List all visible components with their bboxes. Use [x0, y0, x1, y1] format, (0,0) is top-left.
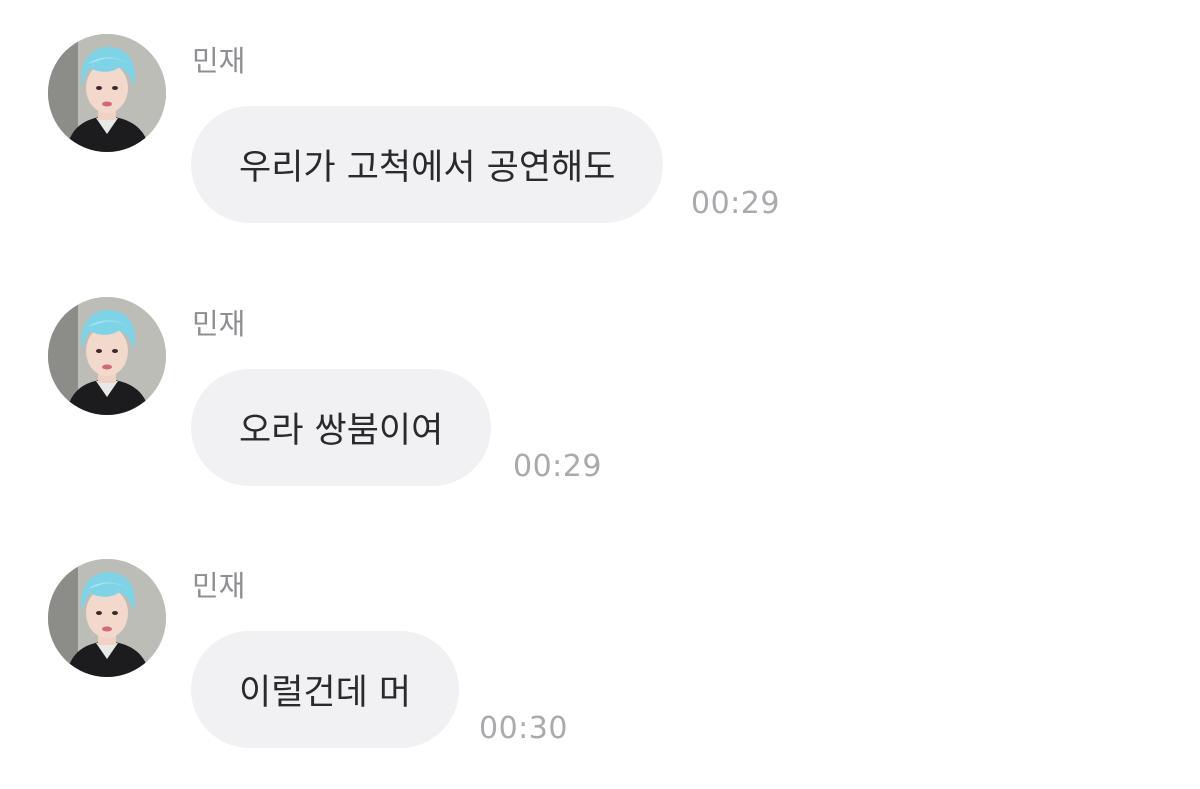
message-row: 민재 우리가 고척에서 공연해도 00:29	[0, 0, 1200, 240]
message-bubble[interactable]: 우리가 고척에서 공연해도	[191, 106, 664, 223]
profile-photo-avatar-icon	[48, 297, 166, 415]
message-text: 오라 쌍붐이여	[239, 411, 444, 451]
avatar[interactable]	[48, 34, 166, 152]
message-timestamp: 00:29	[513, 449, 602, 484]
message-timestamp: 00:29	[691, 186, 780, 221]
message-row: 민재 이럴건데 머 00:30	[0, 525, 1200, 765]
message-text: 우리가 고척에서 공연해도	[239, 148, 616, 188]
sender-name: 민재	[192, 44, 246, 78]
avatar[interactable]	[48, 559, 166, 677]
message-text: 이럴건데 머	[239, 673, 412, 713]
profile-photo-avatar-icon	[48, 559, 166, 677]
message-row: 민재 오라 쌍붐이여 00:29	[0, 263, 1200, 503]
sender-name: 민재	[192, 307, 246, 341]
avatar[interactable]	[48, 297, 166, 415]
chat-thread: 민재 우리가 고척에서 공연해도 00:29 민재 오라 쌍붐이여 00:29 …	[0, 0, 1200, 789]
profile-photo-avatar-icon	[48, 34, 166, 152]
message-bubble[interactable]: 이럴건데 머	[191, 631, 460, 748]
message-timestamp: 00:30	[479, 711, 568, 746]
message-bubble[interactable]: 오라 쌍붐이여	[191, 369, 492, 486]
sender-name: 민재	[192, 569, 246, 603]
